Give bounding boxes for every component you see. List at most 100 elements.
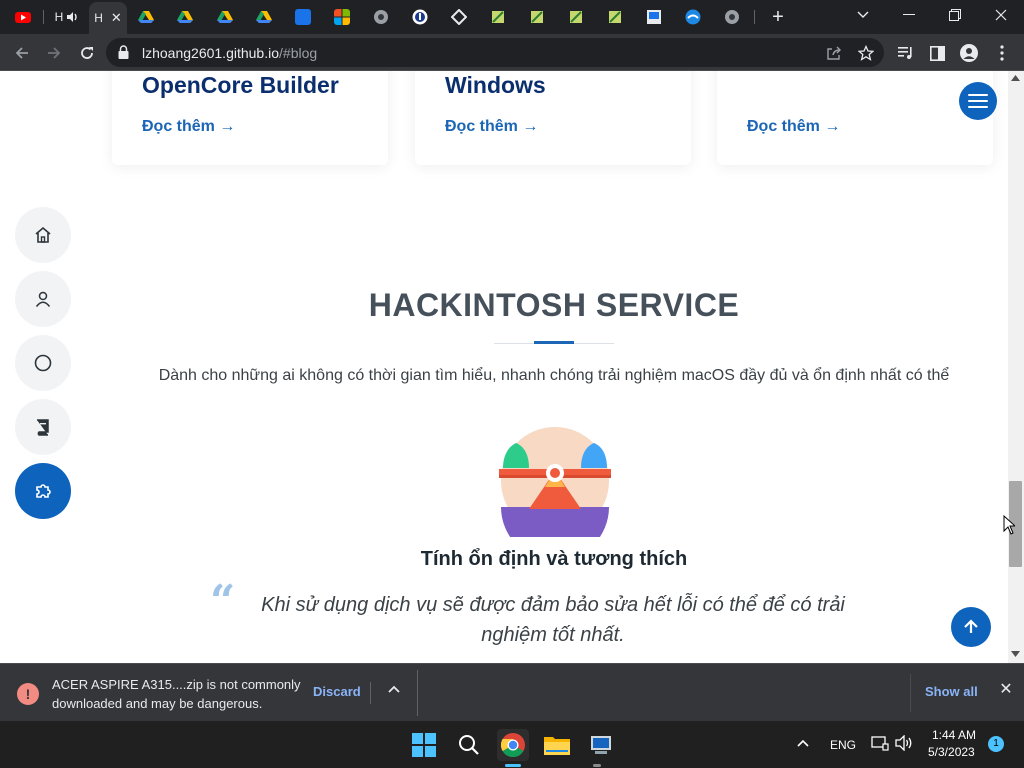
- forward-button[interactable]: [42, 41, 66, 65]
- active-app-indicator: [505, 764, 521, 767]
- more-vertical-icon: [1000, 45, 1004, 61]
- mouse-cursor-icon: [1003, 515, 1015, 535]
- new-tab-button[interactable]: +: [767, 6, 789, 28]
- taskbar-search-button[interactable]: [453, 729, 485, 761]
- blog-card[interactable]: Windows Đọc thêm →: [415, 71, 691, 165]
- tab-circle-logo[interactable]: [405, 4, 435, 30]
- volume-icon[interactable]: [895, 735, 913, 751]
- close-icon: [995, 9, 1007, 21]
- clock-time[interactable]: 1:44 AM: [932, 728, 976, 742]
- tab-microsoft[interactable]: [327, 4, 357, 30]
- taskbar-app-button[interactable]: [585, 729, 617, 761]
- tab-drive-1[interactable]: [131, 4, 161, 30]
- tab-label: H: [54, 10, 64, 24]
- tab-drive-4[interactable]: [249, 4, 279, 30]
- taskbar-chrome-button[interactable]: [497, 729, 529, 761]
- tab-monitor[interactable]: [639, 4, 669, 30]
- monitor-icon: [647, 10, 661, 24]
- start-button[interactable]: [408, 729, 440, 761]
- tab-blue-logo[interactable]: [678, 4, 708, 30]
- service-title: Tính ổn định và tương thích: [420, 548, 688, 570]
- blog-card[interactable]: Đọc thêm →: [717, 71, 993, 165]
- side-panel-button[interactable]: [925, 41, 949, 65]
- vn-site-icon: [295, 9, 311, 25]
- blog-card[interactable]: OpenCore Builder Đọc thêm →: [112, 71, 388, 165]
- flag-icon: [609, 11, 621, 23]
- download-separator: [370, 682, 371, 704]
- book-icon: [37, 419, 49, 436]
- hamburger-menu-button[interactable]: [959, 82, 997, 120]
- search-icon: [459, 735, 479, 755]
- google-drive-icon: [217, 11, 233, 23]
- language-indicator[interactable]: ENG: [830, 738, 856, 752]
- scroll-up-arrow-icon[interactable]: [1011, 75, 1020, 81]
- flag-icon: [492, 11, 504, 23]
- blue-logo-icon: [685, 9, 701, 25]
- tab-audio[interactable]: H: [48, 4, 86, 30]
- youtube-icon: [15, 12, 31, 23]
- card-title: OpenCore Builder: [142, 72, 339, 98]
- side-panel-icon: [929, 45, 945, 61]
- back-to-top-button[interactable]: [951, 607, 991, 647]
- tab-active[interactable]: H ✕: [89, 2, 127, 34]
- tab-flag-2[interactable]: [522, 4, 552, 30]
- show-all-button[interactable]: Show all: [925, 684, 978, 699]
- read-more-link[interactable]: Đọc thêm →: [747, 118, 840, 136]
- minimize-button[interactable]: [886, 0, 932, 30]
- home-icon: [35, 226, 51, 243]
- service-quote: Khi sử dụng dịch vụ sẽ được đảm bảo sửa …: [261, 594, 845, 646]
- diamond-logo-icon: [451, 9, 467, 25]
- reload-button[interactable]: [75, 41, 99, 65]
- share-icon: [827, 46, 841, 60]
- tab-drive-2[interactable]: [170, 4, 200, 30]
- tab-flag-1[interactable]: [483, 4, 513, 30]
- app-icon: [591, 736, 611, 754]
- close-window-button[interactable]: [978, 0, 1024, 30]
- browser-toolbar: lzhoang2601.github.io/#blog: [0, 34, 1024, 71]
- chevron-up-icon[interactable]: [797, 739, 809, 747]
- sidebar-service-button[interactable]: [15, 463, 71, 519]
- sidebar-home-button[interactable]: [15, 207, 71, 263]
- back-button[interactable]: [10, 41, 34, 65]
- globe-icon: [725, 10, 739, 24]
- chevron-down-icon: [857, 11, 869, 18]
- share-button[interactable]: [824, 43, 844, 63]
- profile-button[interactable]: [957, 41, 981, 65]
- tab-globe-2[interactable]: [717, 4, 747, 30]
- download-bar: ! ACER ASPIRE A315....zip is not commonl…: [0, 663, 1024, 721]
- close-icon[interactable]: ✕: [111, 10, 122, 26]
- network-icon[interactable]: [871, 735, 889, 751]
- tab-separator: [754, 10, 755, 24]
- discard-button[interactable]: Discard: [313, 684, 361, 699]
- restore-icon: [949, 9, 961, 21]
- menu-button[interactable]: [990, 41, 1014, 65]
- close-download-bar-button[interactable]: ✕: [997, 681, 1015, 699]
- chevron-up-icon[interactable]: [385, 681, 403, 699]
- tab-drive-3[interactable]: [210, 4, 240, 30]
- tab-diamond-logo[interactable]: [444, 4, 474, 30]
- tab-globe-1[interactable]: [366, 4, 396, 30]
- read-more-link[interactable]: Đọc thêm →: [445, 118, 538, 136]
- tab-vn-site[interactable]: [288, 4, 318, 30]
- sidebar-blog-button[interactable]: [15, 399, 71, 455]
- scroll-down-arrow-icon[interactable]: [1011, 651, 1020, 657]
- address-bar[interactable]: lzhoang2601.github.io/#blog: [106, 38, 884, 67]
- running-app-indicator: [593, 764, 601, 767]
- notification-badge[interactable]: 1: [988, 736, 1004, 752]
- clock-date[interactable]: 5/3/2023: [928, 745, 975, 759]
- bookmark-star-button[interactable]: [856, 43, 876, 63]
- tab-flag-4[interactable]: [600, 4, 630, 30]
- tab-search-button[interactable]: [840, 0, 886, 30]
- restore-button[interactable]: [932, 0, 978, 30]
- read-more-link[interactable]: Đọc thêm →: [142, 118, 235, 136]
- flag-icon: [531, 11, 543, 23]
- menu-bar: [968, 94, 988, 96]
- tab-flag-3[interactable]: [561, 4, 591, 30]
- taskbar-file-explorer-button[interactable]: [541, 729, 573, 761]
- puzzle-icon: [36, 484, 51, 498]
- arrow-up-icon: [964, 619, 978, 633]
- media-control-button[interactable]: [894, 41, 918, 65]
- lock-icon: [118, 45, 129, 59]
- page-scrollbar[interactable]: [1008, 71, 1024, 663]
- tab-youtube[interactable]: [8, 4, 38, 30]
